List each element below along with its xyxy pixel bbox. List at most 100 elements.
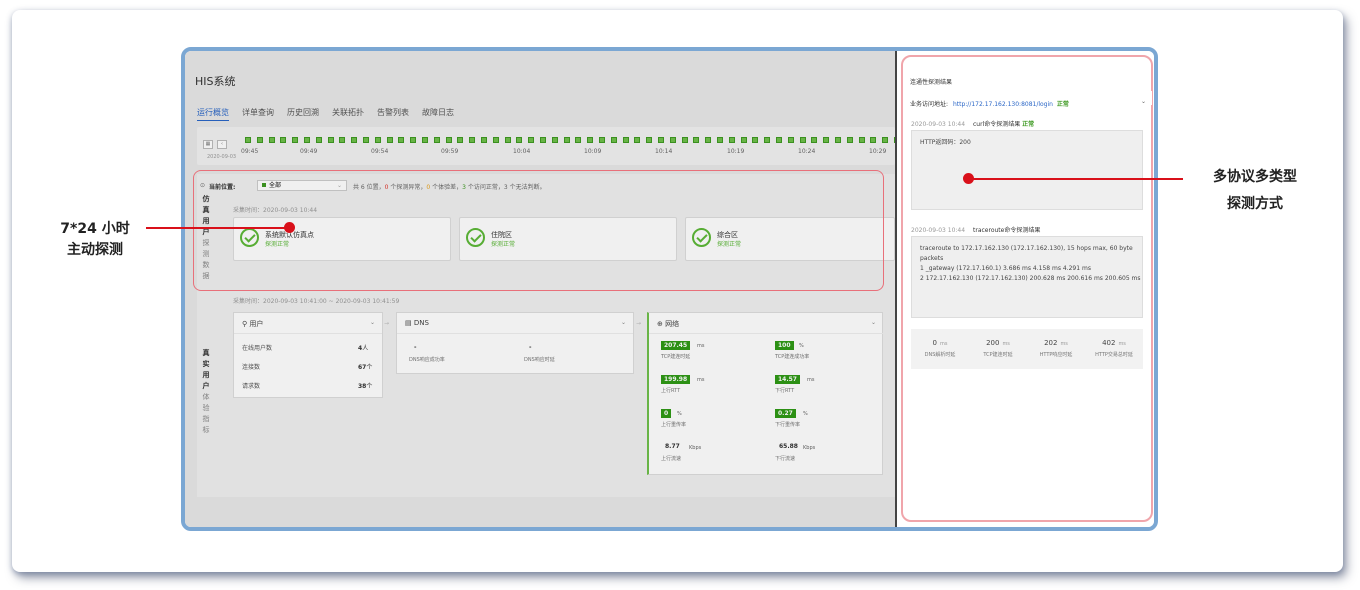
timeline-slot[interactable] <box>575 137 582 143</box>
timeline-time: 10:09 <box>584 148 602 155</box>
timeline-slot[interactable] <box>752 137 759 143</box>
chevron-down-icon[interactable]: ⌄ <box>370 319 375 326</box>
timeline-slot[interactable] <box>587 137 594 143</box>
metric-unit: % <box>677 411 682 417</box>
timeline-slot[interactable] <box>540 137 546 143</box>
chevron-down-icon[interactable]: ⌄ <box>1141 98 1146 105</box>
timeline-slot[interactable] <box>563 137 570 143</box>
timeline-slot[interactable] <box>835 137 841 143</box>
timeline-slot[interactable] <box>622 137 629 143</box>
timeline-slot[interactable] <box>646 137 653 143</box>
metric-unit: ms <box>807 377 815 383</box>
tab-detail-query[interactable]: 详单查询 <box>242 107 274 121</box>
timeline-slot[interactable] <box>351 137 358 143</box>
user-panel-title[interactable]: ⚲ 用户 <box>242 319 263 329</box>
timeline-slot[interactable] <box>304 137 310 143</box>
timeline-slot[interactable] <box>445 137 452 143</box>
timeline-slot[interactable] <box>846 137 853 143</box>
service-url[interactable]: http://172.17.162.130:8081/login <box>953 101 1053 108</box>
tab-history[interactable]: 历史回溯 <box>287 107 319 121</box>
timeline-slot[interactable] <box>268 137 275 143</box>
timeline-slot[interactable] <box>728 137 735 143</box>
calendar-icon[interactable]: ▦ <box>203 140 213 149</box>
timeline-slot[interactable] <box>492 137 499 143</box>
dns-panel-title[interactable]: ▤ DNS <box>405 319 429 327</box>
timeline-slot[interactable] <box>280 137 287 143</box>
callout-dot-right <box>963 173 974 184</box>
timeline-slot[interactable] <box>469 137 476 143</box>
stat-tcp: 200 ms TCP建连时延 <box>983 339 1013 358</box>
timeline-slot[interactable] <box>245 137 251 143</box>
timeline-slot[interactable] <box>528 137 535 143</box>
tab-topology[interactable]: 关联拓扑 <box>332 107 364 121</box>
chevron-down-icon[interactable]: ⌄ <box>621 319 626 326</box>
timeline-slot[interactable] <box>457 137 464 143</box>
traceroute-line: 2 172.17.162.130 (172.17.162.130) 200.62… <box>920 275 1141 282</box>
timeline-slot[interactable] <box>363 137 369 143</box>
timeline-slot[interactable] <box>516 137 523 143</box>
timeline-slot[interactable] <box>882 137 889 143</box>
metric-label: 下行流速 <box>775 456 796 462</box>
timeline-time: 10:04 <box>513 148 531 155</box>
timeline-slot[interactable] <box>634 137 641 143</box>
highlight-box-left <box>193 170 884 291</box>
divider <box>649 333 883 334</box>
timeline-slot[interactable] <box>669 137 676 143</box>
timeline-slot[interactable] <box>799 137 806 143</box>
timeline-time: 10:29 <box>869 148 887 155</box>
timeline-slot[interactable] <box>823 137 830 143</box>
metric-value: 199.98 <box>661 375 691 384</box>
annotation-left: 7*24 小时 主动探测 <box>60 221 130 258</box>
metric-unit: Kbps <box>689 445 702 451</box>
timeline-slot[interactable] <box>681 137 688 143</box>
metric-value: 0.27 <box>775 409 796 418</box>
annotation-right: 多协议多类型 探测方式 <box>1213 169 1297 212</box>
timeline-time: 09:45 <box>241 148 259 155</box>
timeline-slot[interactable] <box>599 137 605 143</box>
metric-label: DNS响应成功率 <box>409 357 445 363</box>
timeline-slot[interactable] <box>551 137 558 143</box>
prev-icon[interactable]: ‹ <box>217 140 227 149</box>
curl-output: HTTP返回码：200 <box>911 130 1143 210</box>
network-panel-title[interactable]: ⊕ 网络 <box>657 319 679 329</box>
timeline-date: 2020-09-03 <box>207 154 237 160</box>
timeline-slot[interactable] <box>705 137 712 143</box>
arrow-icon: → <box>636 320 642 327</box>
timeline-slot[interactable] <box>292 137 299 143</box>
chevron-down-icon[interactable]: ⌄ <box>871 319 876 326</box>
timeline-slot[interactable] <box>386 137 393 143</box>
timeline-slot[interactable] <box>398 137 405 143</box>
real-section-label: 真实用户 体验指标 <box>202 349 210 434</box>
timeline-slot[interactable] <box>740 137 747 143</box>
timeline-slot[interactable] <box>327 137 334 143</box>
timeline-slot[interactable] <box>764 137 771 143</box>
timeline-slot[interactable] <box>374 137 381 143</box>
timeline-slot[interactable] <box>658 137 664 143</box>
metric-label: TCP建连成功率 <box>775 354 810 360</box>
real-collect-time: 采集时间：2020-09-03 10:41:00 ~ 2020-09-03 10… <box>233 298 400 305</box>
timeline-slot[interactable] <box>811 137 818 143</box>
timeline-slot[interactable] <box>858 137 865 143</box>
timeline-slot[interactable] <box>315 137 322 143</box>
timeline-slot[interactable] <box>610 137 617 143</box>
metric-label: 下行重传率 <box>775 422 801 428</box>
tab-fault-log[interactable]: 故障日志 <box>422 107 454 121</box>
metric-value: 100 <box>775 341 794 350</box>
timeline-slot[interactable] <box>422 137 428 143</box>
metric-label: TCP建连时延 <box>661 354 691 360</box>
timeline-slot[interactable] <box>339 137 346 143</box>
timeline-slot[interactable] <box>787 137 794 143</box>
timeline-slot[interactable] <box>870 137 877 143</box>
timeline-slot[interactable] <box>481 137 487 143</box>
timeline-slot[interactable] <box>776 137 782 143</box>
timeline-slot[interactable] <box>410 137 417 143</box>
metric-label: 上行流速 <box>661 456 682 462</box>
dns-icon: ▤ <box>405 319 414 327</box>
timeline-slot[interactable] <box>717 137 723 143</box>
tab-alarms[interactable]: 告警列表 <box>377 107 409 121</box>
timeline-slot[interactable] <box>433 137 440 143</box>
timeline-slot[interactable] <box>256 137 263 143</box>
tab-overview[interactable]: 运行概览 <box>197 107 229 121</box>
timeline-slot[interactable] <box>693 137 700 143</box>
timeline-slot[interactable] <box>504 137 511 143</box>
